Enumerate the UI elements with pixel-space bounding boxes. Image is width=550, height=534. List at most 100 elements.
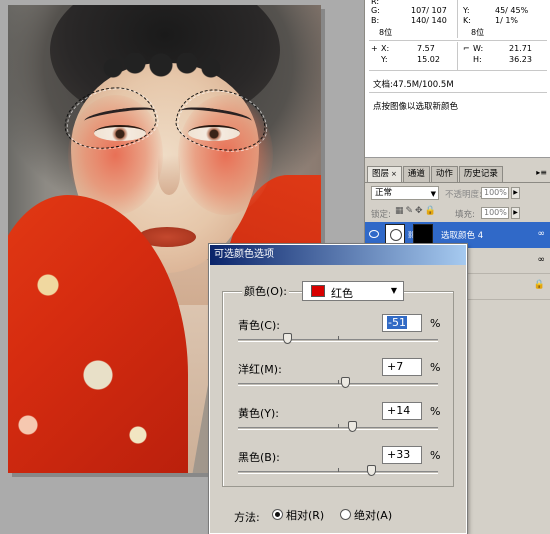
info-bits-right: 8位 [471,28,485,37]
track-center-tick [338,380,339,384]
black-track[interactable] [238,465,438,476]
hair-curls [103,53,223,83]
selective-color-dialog: 可选颜色选项 颜色(O): 红色 ▼ 青色(C): -51 % 洋红(M): +… [208,243,468,534]
chevron-down-icon: ▼ [430,190,436,198]
yellow-track[interactable] [238,421,438,432]
tabs-underline [365,182,550,183]
info-divider-2 [457,42,458,70]
percent-label: % [430,361,441,374]
info-h-label: H: [473,55,482,64]
tab-channels[interactable]: 通道 [402,166,430,182]
size-icon: ⌐ [463,44,470,53]
red-swatch [311,285,325,297]
info-k-label: K: [463,16,471,25]
black-label: 黑色(B): [238,451,280,464]
yellow-label: 黄色(Y): [238,407,280,420]
blend-mode-value: 正常 [375,188,393,198]
info-k-value: 1/ 1% [495,16,519,25]
info-separator-3 [369,92,547,93]
close-icon[interactable]: × [391,170,397,178]
method-label: 方法: [234,511,260,524]
info-divider [457,0,458,38]
info-tip: 点按图像以选取新颜色 [373,102,459,112]
info-yy-label: Y: [381,55,388,64]
panel-tabs: 图层 × 通道 动作 历史记录 [367,166,504,182]
lock-icon: 🔒 [533,280,545,290]
nose [158,155,180,195]
cyan-input[interactable]: -51 [382,314,422,332]
track-center-tick [338,424,339,428]
black-slider-group: 黑色(B): +33 % [232,446,452,493]
black-input[interactable]: +33 [382,446,422,464]
panel-menu-icon[interactable]: ▸≡ [536,168,547,177]
opacity-label: 不透明度: [445,190,482,200]
info-separator-2 [369,70,547,71]
info-x-value: 7.57 [417,44,435,53]
doc-size: 文档:47.5M/100.5M [373,80,454,90]
fill-arrow-icon[interactable]: ▶ [511,207,520,219]
tab-label: 图层 [372,169,390,179]
layer-name: 选取颜色 4 [441,231,484,241]
yellow-input[interactable]: +14 [382,402,422,420]
info-separator [369,40,547,41]
yellow-slider-group: 黄色(Y): +14 % [232,402,452,449]
opacity-arrow-icon[interactable]: ▶ [511,187,520,199]
info-y-value: 45/ 45% [495,6,529,15]
cyan-track[interactable] [238,333,438,344]
lock-icons[interactable]: ▦✎✥🔒 [395,206,438,216]
color-label: 颜色(O): [242,283,289,299]
info-w-value: 21.71 [509,44,532,53]
info-y-label: Y: [463,6,470,15]
fill-input[interactable]: 100% [481,207,509,219]
relative-label[interactable]: 相对(R) [286,507,324,523]
cyan-value: -51 [387,316,407,329]
dialog-title: 可选颜色选项 [214,249,274,260]
info-yy-value: 15.02 [417,55,440,64]
relative-radio[interactable] [272,509,283,520]
color-select-value: 红色 [331,287,353,300]
info-x-label: X: [381,44,390,53]
info-g-label: G: [371,6,380,15]
percent-label: % [430,317,441,330]
fill-label: 填充: [455,210,475,220]
magenta-slider-knob[interactable] [340,377,350,388]
black-slider-knob[interactable] [366,465,376,476]
info-b-value: 140/ 140 [411,16,447,25]
link-icon: ∞ [537,255,546,265]
info-panel: R: G: 107/ 107 B: 140/ 140 Y: 45/ 45% K:… [365,0,550,158]
cyan-slider-knob[interactable] [282,333,292,344]
cyan-slider-group: 青色(C): -51 % [232,314,452,361]
tab-actions[interactable]: 动作 [430,166,458,182]
tab-label: 通道 [407,169,425,179]
info-b-label: B: [371,16,380,25]
tab-history[interactable]: 历史记录 [458,166,503,182]
absolute-label[interactable]: 绝对(A) [354,507,392,523]
magenta-slider-group: 洋红(M): +7 % [232,358,452,405]
tab-label: 历史记录 [463,169,498,179]
yellow-slider-knob[interactable] [347,421,357,432]
magenta-input[interactable]: +7 [382,358,422,376]
magenta-label: 洋红(M): [238,363,282,376]
track-center-tick [338,468,339,472]
absolute-radio[interactable] [340,509,351,520]
percent-label: % [430,405,441,418]
color-select[interactable]: 红色 ▼ [302,281,404,301]
info-g-value: 107/ 107 [411,6,447,15]
opacity-input[interactable]: 100% [481,187,509,199]
link-icon: ∞ [537,229,546,239]
info-w-label: W: [473,44,484,53]
eye-icon[interactable] [369,230,379,238]
cyan-label: 青色(C): [238,319,280,332]
track-center-tick [338,336,339,340]
info-bits-left: 8位 [379,28,393,37]
tab-layers[interactable]: 图层 × [367,166,402,182]
percent-label: % [430,449,441,462]
lock-label: 锁定: [371,210,391,220]
chevron-down-icon: ▼ [390,286,397,295]
adjustment-thumbnail [385,224,405,244]
blend-mode-select[interactable]: 正常 ▼ [371,186,439,200]
magenta-track[interactable] [238,377,438,388]
dialog-titlebar[interactable]: 可选颜色选项 [210,245,466,265]
mask-thumbnail[interactable] [413,224,433,244]
tab-label: 动作 [435,169,453,179]
